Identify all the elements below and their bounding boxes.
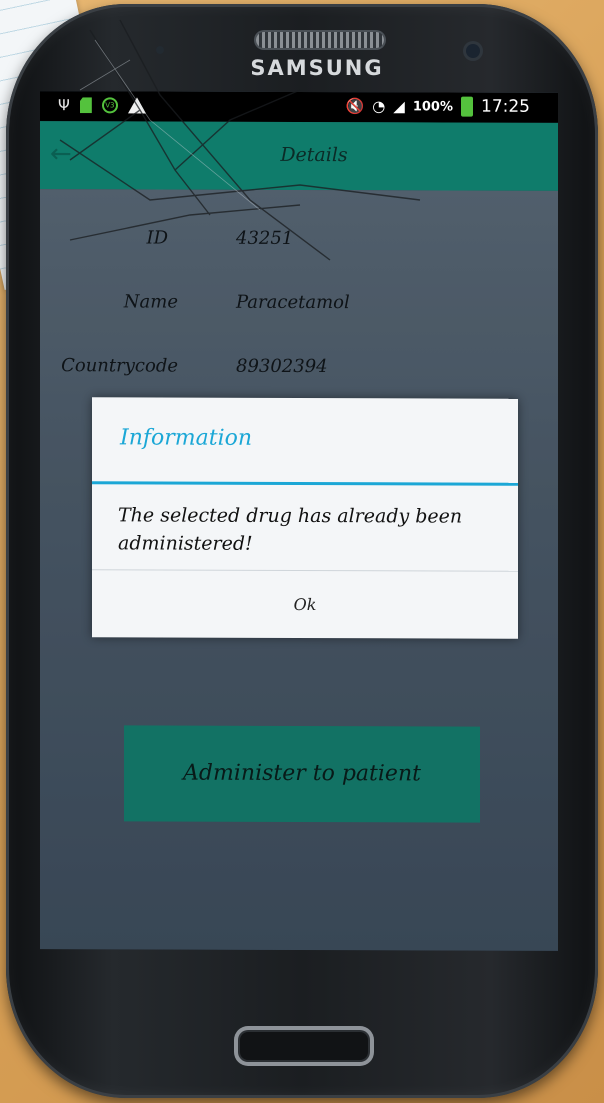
dialog-title-divider [92,481,518,486]
status-right-icons: 🔇 ◔ ◢ 100% 17:25 [345,96,530,117]
mute-icon: 🔇 [345,97,365,116]
clock: 17:25 [481,96,530,117]
earpiece-speaker [256,32,384,48]
front-camera [466,44,480,58]
warning-icon [127,97,146,114]
wifi-icon: ◔ [372,97,386,116]
dialog-title: Information [120,425,253,451]
app-bar: ← Details [40,121,558,191]
brand-logo: SAMSUNG [250,56,384,80]
dialog-message: The selected drug has already been admin… [118,504,463,555]
proximity-sensor [156,46,164,54]
usb-icon: Ψ [58,96,70,115]
ok-button[interactable]: Ok [92,571,518,638]
page-title: Details [280,143,348,167]
information-dialog: Information The selected drug has alread… [92,397,518,639]
signal-icon: ◢ [393,97,405,116]
v3-icon: V3 [101,97,118,114]
sd-card-icon [80,97,92,113]
status-bar: Ψ V3 🔇 ◔ ◢ 100% 17:25 [40,91,558,123]
screen: Ψ V3 🔇 ◔ ◢ 100% 17:25 ← Details ID 43251… [40,91,558,951]
status-left-icons: Ψ V3 [58,95,146,115]
battery-percent: 100% [412,98,453,115]
battery-icon [461,96,473,117]
home-button[interactable] [234,1026,374,1066]
